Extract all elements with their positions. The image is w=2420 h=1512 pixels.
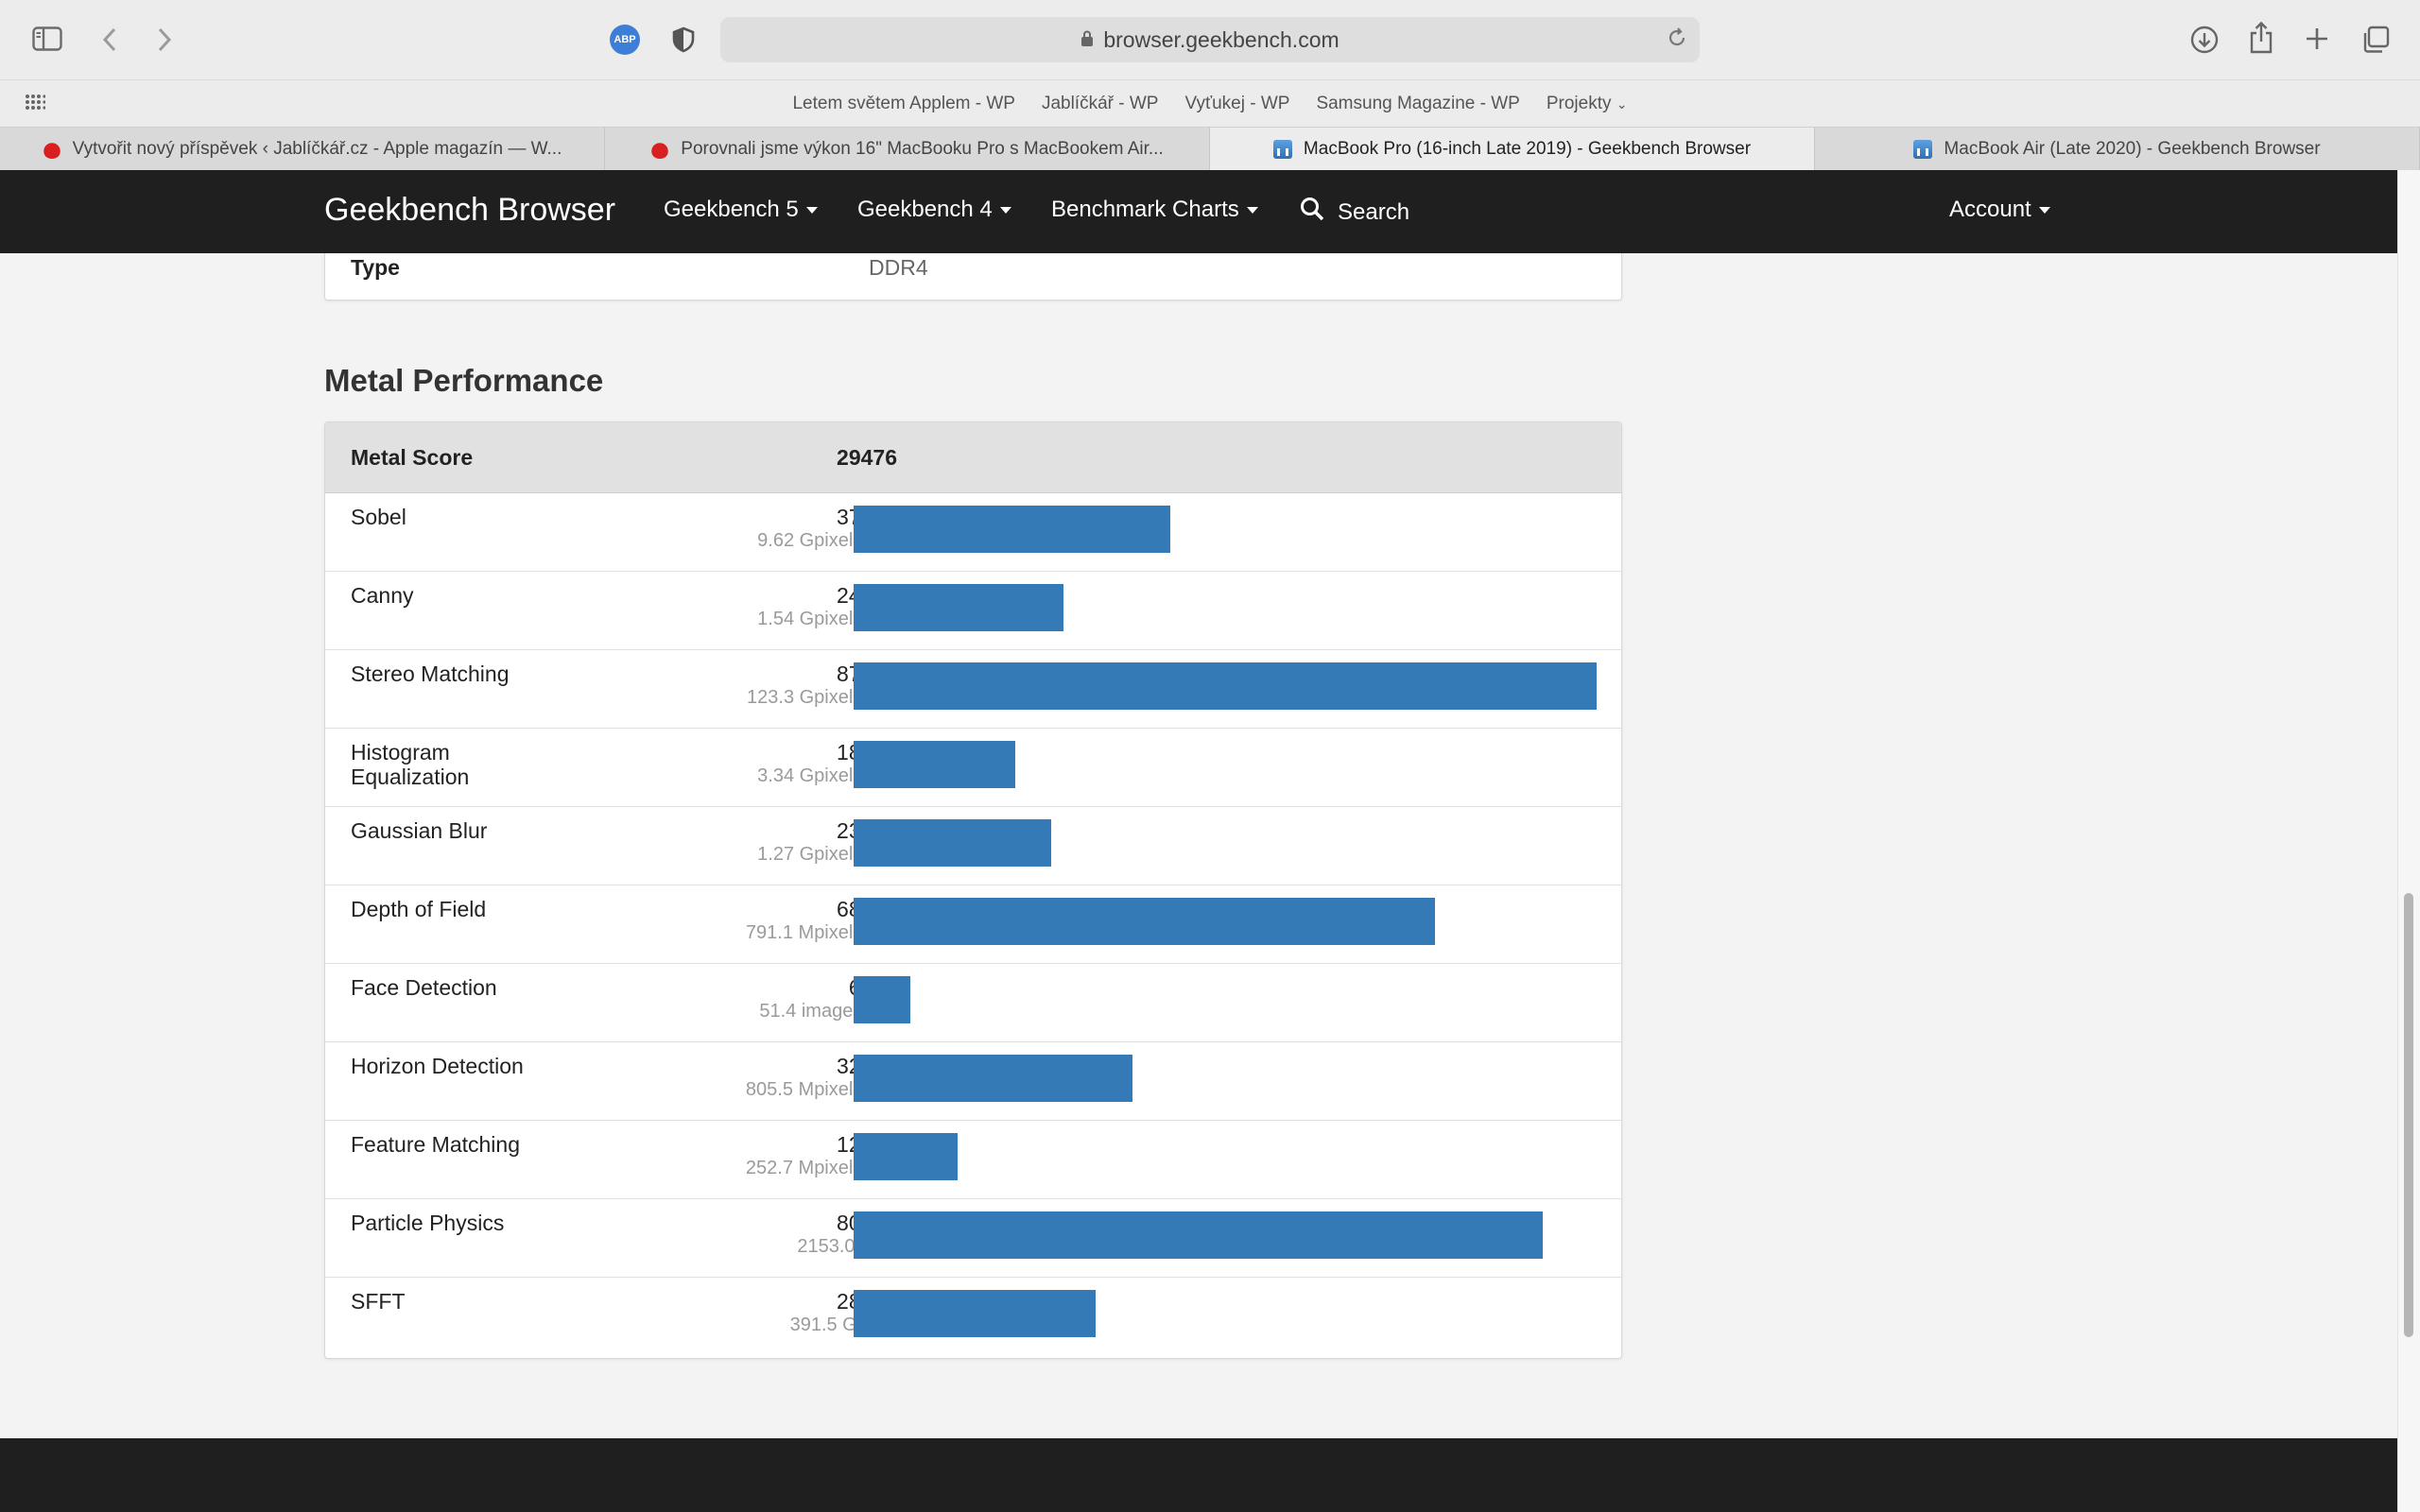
- lock-icon: [1080, 27, 1094, 53]
- tab-title: MacBook Pro (16-inch Late 2019) - Geekbe…: [1303, 139, 1752, 159]
- privacy-shield-icon[interactable]: [671, 26, 696, 58]
- benchmark-name: Canny: [351, 583, 414, 608]
- geekbench-icon: [1272, 140, 1292, 159]
- benchmark-bar: [854, 741, 1015, 788]
- benchmark-row: Gaussian Blur231811.27 Gpixels/sec: [325, 807, 1621, 885]
- menu-label: Geekbench 4: [857, 197, 993, 222]
- benchmark-name: Stereo Matching: [351, 662, 510, 686]
- benchmark-name: SFFT: [351, 1289, 406, 1314]
- benchmark-bar: [854, 1290, 1096, 1337]
- downloads-icon[interactable]: [2189, 25, 2220, 55]
- benchmark-row: Canny245801.54 Gpixels/sec: [325, 572, 1621, 650]
- benchmark-name: Particle Physics: [351, 1211, 505, 1235]
- tab-title: Vytvořit nový příspěvek ‹ Jablíčkář.cz -…: [72, 139, 562, 159]
- benchmark-row: Sobel371729.62 Gpixels/sec: [325, 493, 1621, 572]
- caret-down-icon: [999, 206, 1011, 214]
- benchmark-name: Gaussian Blur: [351, 818, 488, 843]
- benchmark-bar: [854, 1133, 958, 1180]
- adblock-extension-icon[interactable]: ABP: [610, 25, 640, 55]
- menu-label: Benchmark Charts: [1051, 197, 1239, 222]
- browser-tab-macbook-air[interactable]: MacBook Air (Late 2020) - Geekbench Brow…: [1815, 128, 2420, 171]
- benchmark-row: Face Detection667651.4 images/sec: [325, 964, 1621, 1042]
- page-scrollbar[interactable]: [2397, 170, 2420, 1512]
- benchmark-name: Depth of Field: [351, 897, 487, 921]
- benchmark-bar: [854, 819, 1051, 867]
- benchmark-name: Horizon Detection: [351, 1054, 524, 1078]
- benchmark-row: Depth of Field68233791.1 Mpixels/sec: [325, 885, 1621, 964]
- bookmark-folder-projekty[interactable]: Projekty ⌄: [1547, 94, 1628, 114]
- benchmark-bar: [854, 1055, 1132, 1102]
- scroll-thumb[interactable]: [2404, 893, 2413, 1337]
- browser-tab-jablickar-article[interactable]: Porovnali jsme výkon 16" MacBooku Pro s …: [605, 128, 1210, 171]
- address-bar[interactable]: browser.geekbench.com: [720, 17, 1700, 62]
- benchmark-bar: [854, 976, 910, 1023]
- benchmark-row: Feature Matching12215252.7 Mpixels/sec: [325, 1121, 1621, 1199]
- geekbench4-menu[interactable]: Geekbench 4: [857, 197, 1011, 223]
- tab-overview-icon[interactable]: [2361, 26, 2390, 54]
- benchmark-name: Histogram Equalization: [351, 740, 470, 789]
- back-icon[interactable]: [100, 26, 119, 53]
- reload-icon[interactable]: [1666, 26, 1688, 55]
- share-icon[interactable]: [2248, 21, 2274, 55]
- geekbench-icon: [1913, 140, 1933, 159]
- new-tab-icon[interactable]: [2305, 26, 2329, 51]
- section-title: Metal Performance: [324, 363, 604, 398]
- bookmark-folder-label: Projekty: [1546, 94, 1612, 113]
- benchmark-charts-menu[interactable]: Benchmark Charts: [1051, 197, 1258, 223]
- benchmark-name: Face Detection: [351, 975, 497, 1000]
- benchmark-bar: [854, 662, 1597, 710]
- red-apple-icon: [650, 140, 670, 159]
- search-icon: [1300, 197, 1324, 228]
- benchmark-row: Stereo Matching87175123.3 Gpixels/sec: [325, 650, 1621, 729]
- chevron-down-icon: ⌄: [1616, 96, 1628, 112]
- benchmark-bar: [854, 584, 1063, 631]
- site-navbar: Geekbench Browser Geekbench 5 Geekbench …: [0, 170, 2397, 253]
- site-footer: [0, 1438, 2397, 1512]
- search-link[interactable]: Search: [1300, 197, 1409, 228]
- bookmark-samsung-magazine[interactable]: Samsung Magazine - WP: [1316, 94, 1519, 114]
- page-content: Type DDR4 Metal Performance Metal Score …: [0, 253, 2397, 1438]
- bookmark-letem-svetem-applem[interactable]: Letem světem Applem - WP: [792, 94, 1014, 114]
- benchmark-bar: [854, 1211, 1543, 1259]
- benchmark-name: Sobel: [351, 505, 406, 529]
- menu-label: Geekbench 5: [664, 197, 799, 222]
- red-apple-icon: [42, 140, 61, 159]
- tab-title: MacBook Air (Late 2020) - Geekbench Brow…: [1944, 139, 2321, 159]
- caret-down-icon: [2038, 206, 2050, 214]
- benchmark-row: SFFT28422391.5 Gflops: [325, 1278, 1621, 1356]
- bookmarks-bar: Letem světem Applem - WP Jablíčkář - WP …: [0, 79, 2420, 128]
- caret-down-icon: [1246, 206, 1258, 214]
- benchmark-bar: [854, 898, 1435, 945]
- site-brand[interactable]: Geekbench Browser: [324, 192, 615, 229]
- browser-toolbar: ABP browser.geekbench.com: [0, 0, 2420, 79]
- bookmark-vytukej[interactable]: Vyťukej - WP: [1184, 94, 1289, 114]
- memory-info-card: Type DDR4: [324, 253, 1622, 301]
- benchmark-name: Feature Matching: [351, 1132, 520, 1157]
- tab-bar: Vytvořit nový příspěvek ‹ Jablíčkář.cz -…: [0, 127, 2420, 171]
- memory-type-label: Type: [351, 255, 400, 280]
- metal-score-value: 29476: [837, 445, 897, 470]
- memory-type-value: DDR4: [869, 255, 928, 280]
- metal-score-label: Metal Score: [351, 445, 474, 470]
- browser-tab-macbook-pro[interactable]: MacBook Pro (16-inch Late 2019) - Geekbe…: [1210, 128, 1815, 171]
- benchmark-row: Horizon Detection32679805.5 Mpixels/sec: [325, 1042, 1621, 1121]
- account-menu[interactable]: Account: [1949, 197, 2050, 223]
- benchmark-row: Histogram Equalization189233.34 Gpixels/…: [325, 729, 1621, 807]
- menu-label: Account: [1949, 197, 2031, 222]
- benchmark-row: Particle Physics808312153.0 FPS: [325, 1199, 1621, 1278]
- forward-icon[interactable]: [155, 26, 174, 53]
- tab-title: Porovnali jsme výkon 16" MacBooku Pro s …: [681, 139, 1164, 159]
- metal-score-header: Metal Score 29476: [325, 422, 1621, 493]
- metal-performance-table: Metal Score 29476 Sobel371729.62 Gpixels…: [324, 421, 1622, 1359]
- caret-down-icon: [805, 206, 818, 214]
- geekbench5-menu[interactable]: Geekbench 5: [664, 197, 818, 223]
- browser-tab-jablickar-new-post[interactable]: Vytvořit nový příspěvek ‹ Jablíčkář.cz -…: [0, 128, 605, 171]
- search-label: Search: [1338, 198, 1410, 225]
- benchmark-bar: [854, 506, 1170, 553]
- sidebar-toggle-icon[interactable]: [32, 26, 62, 51]
- bookmark-jablickar[interactable]: Jablíčkář - WP: [1042, 94, 1159, 114]
- url-text: browser.geekbench.com: [1103, 26, 1340, 52]
